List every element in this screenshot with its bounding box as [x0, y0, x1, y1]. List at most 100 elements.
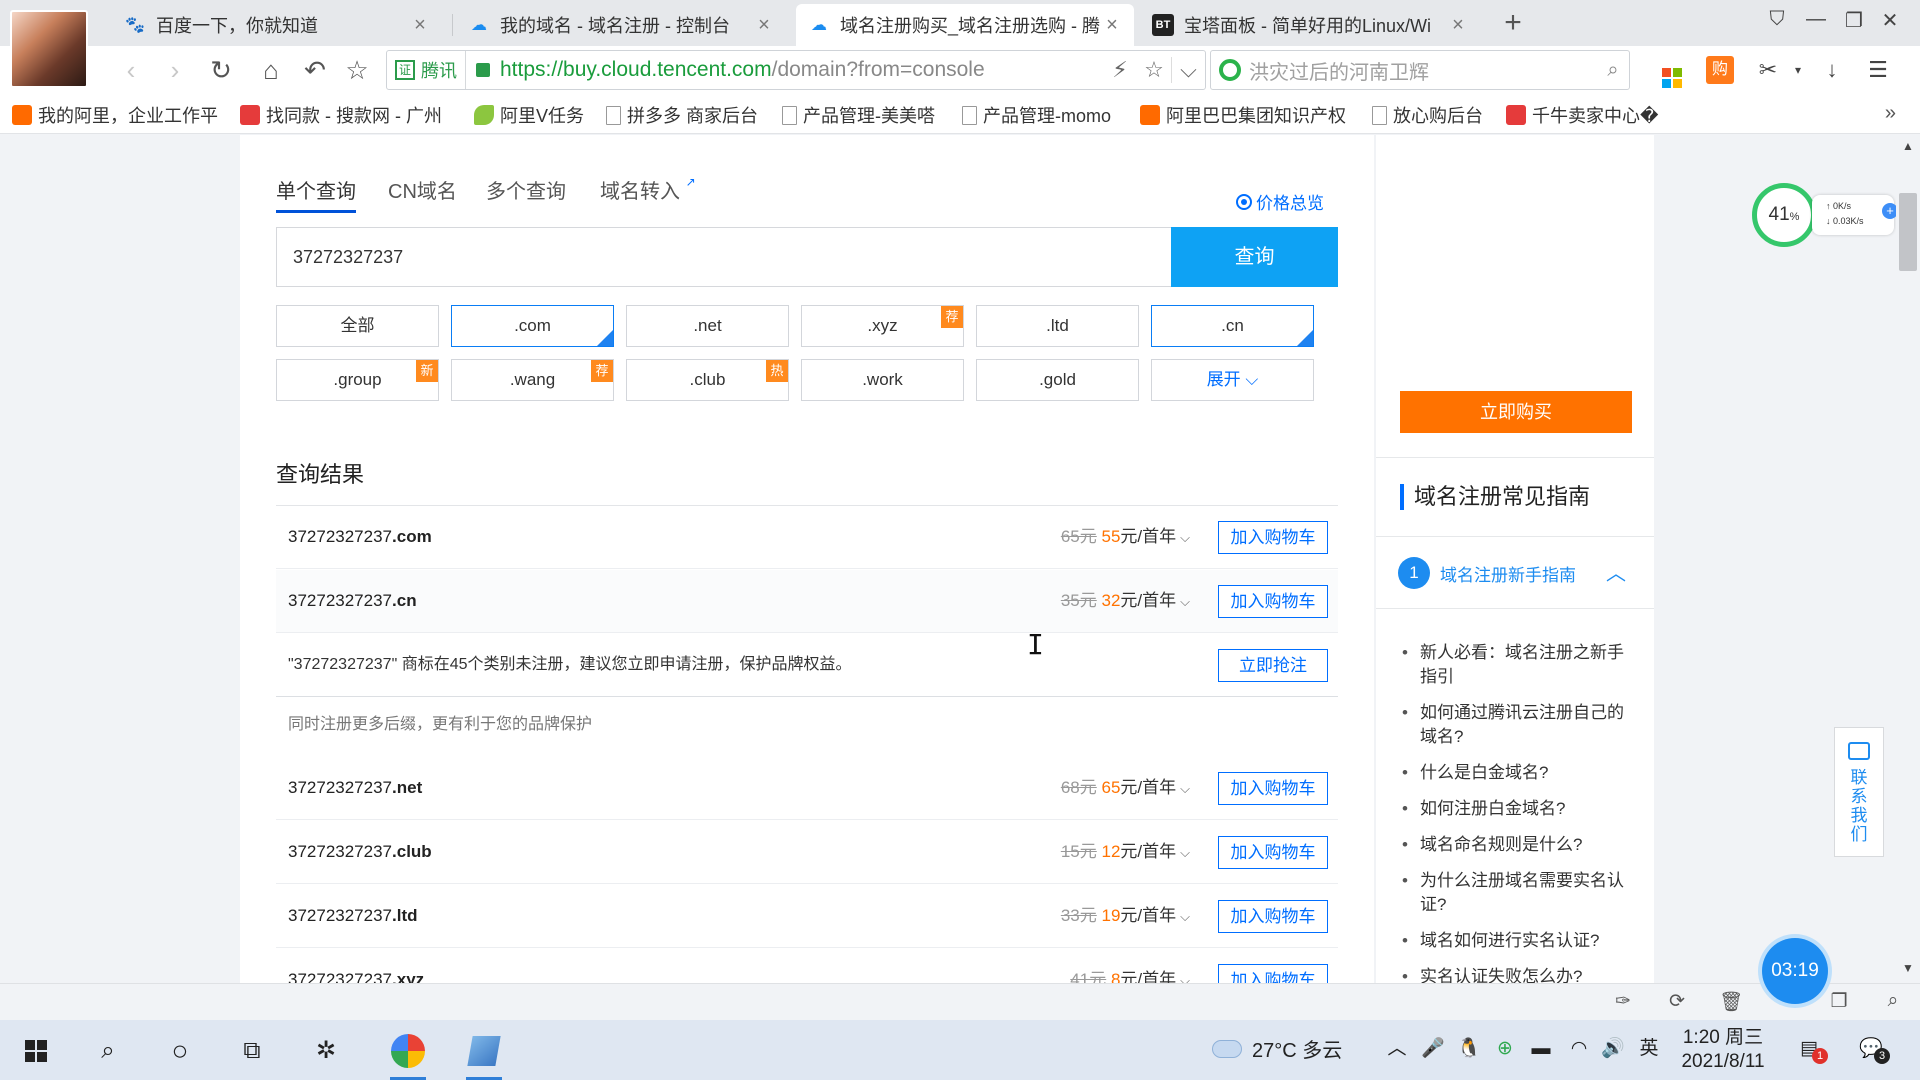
reload-button[interactable]: ↻ — [204, 54, 238, 86]
tab-baidu[interactable]: 🐾 百度一下，你就知道 × — [112, 4, 442, 46]
tab-close-icon[interactable]: × — [754, 14, 774, 37]
price-selector[interactable]: 41元 8元/首年 ⌵ — [1070, 949, 1190, 983]
price-selector[interactable]: 15元 12元/首年 ⌵ — [1061, 821, 1190, 884]
app-swirl-icon[interactable]: ✲ — [304, 1030, 348, 1072]
restore-button[interactable]: ❐ — [1838, 8, 1870, 33]
apps-grid-icon[interactable] — [1658, 56, 1686, 88]
wifi-icon[interactable]: ◠ — [1566, 1036, 1592, 1062]
chevron-up-icon[interactable]: ︿ — [1384, 1036, 1410, 1062]
security-icon[interactable]: ⊕ — [1492, 1036, 1518, 1062]
suffix-com[interactable]: .com — [451, 305, 614, 347]
tab-close-icon[interactable]: × — [1448, 14, 1468, 37]
suffix-work[interactable]: .work — [801, 359, 964, 401]
register-trademark-button[interactable]: 立即抢注 — [1218, 649, 1328, 682]
menu-icon[interactable]: ☰ — [1864, 56, 1892, 84]
url-text[interactable]: https://buy.cloud.tencent.com/domain?fro… — [500, 58, 1103, 82]
faq-link[interactable]: 新人必看：域名注册之新手指引 — [1400, 641, 1630, 689]
bookmark-item[interactable]: 阿里V任务 — [474, 102, 584, 128]
shopping-extension-icon[interactable]: 购 — [1706, 56, 1734, 84]
suffix-wang[interactable]: .wang 荐 — [451, 359, 614, 401]
pin-icon[interactable]: ✑ — [1610, 990, 1636, 1014]
site-identity-badge[interactable]: 证 腾讯 — [387, 51, 466, 89]
query-button[interactable]: 查询 — [1171, 227, 1338, 287]
add-to-cart-button[interactable]: 加入购物车 — [1218, 521, 1328, 554]
bookmarks-more-button[interactable]: » — [1885, 102, 1896, 125]
bookmark-item[interactable]: 产品管理-momo — [962, 102, 1111, 128]
tab-bt-panel[interactable]: BT 宝塔面板 - 简单好用的Linux/Wi × — [1140, 4, 1480, 46]
search-input[interactable]: 洪灾过后的河南卫辉 — [1249, 56, 1597, 85]
suffix-gold[interactable]: .gold — [976, 359, 1139, 401]
minimize-button[interactable]: — — [1800, 8, 1832, 31]
lightning-icon[interactable]: ⚡ — [1103, 57, 1137, 83]
zoom-icon[interactable]: ⌕ — [1880, 990, 1906, 1014]
network-speed-widget[interactable]: 41% ↑ 0K/s ↓ 0.03K/s + — [1752, 183, 1900, 253]
weather-widget[interactable]: 27°C 多云 — [1212, 1034, 1342, 1063]
faq-link[interactable]: 实名认证失败怎么办? — [1400, 965, 1630, 983]
system-clock[interactable]: 1:20 周三 2021/8/11 — [1668, 1026, 1778, 1074]
forward-button[interactable]: › — [158, 54, 192, 86]
suffix-group[interactable]: .group 新 — [276, 359, 439, 401]
battery-icon[interactable]: ▬ — [1528, 1036, 1554, 1062]
cortana-icon[interactable]: ○ — [158, 1030, 202, 1072]
price-selector[interactable]: 35元 32元/首年 ⌵ — [1061, 570, 1190, 633]
add-to-cart-button[interactable]: 加入购物车 — [1218, 585, 1328, 618]
qq-icon[interactable]: 🐧 — [1456, 1036, 1482, 1062]
bookmark-item[interactable]: 产品管理-美美嗒 — [782, 102, 935, 128]
start-button[interactable] — [14, 1030, 58, 1072]
faq-link[interactable]: 域名命名规则是什么? — [1400, 833, 1630, 857]
tab-domain-register[interactable]: ☁ 域名注册购买_域名注册选购 - 腾 × — [796, 4, 1134, 46]
notebook-app-icon[interactable] — [462, 1030, 506, 1080]
recording-timer[interactable]: 03:19 — [1762, 938, 1828, 1004]
scissors-icon[interactable]: ✂ — [1754, 56, 1782, 84]
new-tab-button[interactable]: + — [1496, 6, 1530, 40]
bookmark-item[interactable]: 阿里巴巴集团知识产权 — [1140, 102, 1346, 128]
faq-link[interactable]: 为什么注册域名需要实名认证? — [1400, 869, 1630, 917]
add-to-cart-button[interactable]: 加入购物车 — [1218, 836, 1328, 869]
tab-close-icon[interactable]: × — [410, 14, 430, 37]
action-center-icon[interactable]: 💬 3 — [1858, 1036, 1890, 1064]
bookmark-star-icon[interactable]: ☆ — [1137, 57, 1171, 83]
price-selector[interactable]: 68元 65元/首年 ⌵ — [1061, 757, 1190, 820]
suffix-all[interactable]: 全部 — [276, 305, 439, 347]
back-button[interactable]: ‹ — [114, 54, 148, 86]
suffix-club[interactable]: .club 热 — [626, 359, 789, 401]
add-to-cart-button[interactable]: 加入购物车 — [1218, 964, 1328, 983]
suffix-cn[interactable]: .cn — [1151, 305, 1314, 347]
download-icon[interactable]: ↓ — [1818, 56, 1846, 84]
bookmark-item[interactable]: 我的阿里，企业工作平 — [12, 102, 218, 128]
faq-link[interactable]: 域名如何进行实名认证? — [1400, 929, 1630, 953]
scrollbar[interactable]: ▲ ▼ — [1896, 135, 1920, 983]
faq-link[interactable]: 如何通过腾讯云注册自己的域名? — [1400, 701, 1630, 749]
favorite-star-icon[interactable]: ☆ — [340, 54, 374, 86]
price-selector[interactable]: 65元 55元/首年 ⌵ — [1061, 506, 1190, 569]
scroll-down-icon[interactable]: ▼ — [1900, 961, 1916, 975]
input-method-indicator[interactable]: 英 — [1636, 1036, 1662, 1062]
task-view-icon[interactable]: ⧉ — [230, 1030, 274, 1072]
bookmark-item[interactable]: 放心购后台 — [1372, 102, 1483, 128]
bookmark-item[interactable]: 找同款 - 搜款网 - 广州 — [240, 102, 442, 128]
tab-close-icon[interactable]: × — [1102, 14, 1122, 37]
expand-suffixes-button[interactable]: 展开 ⌵ — [1151, 359, 1314, 401]
suffix-xyz[interactable]: .xyz 荐 — [801, 305, 964, 347]
contact-us-button[interactable]: 联 系 我 们 — [1834, 727, 1884, 857]
tab-domain-transfer[interactable]: 域名转入 ↗ — [600, 175, 696, 204]
shirt-skin-icon[interactable]: ⛉ — [1761, 8, 1793, 31]
trash-icon[interactable]: 🗑 — [1718, 990, 1744, 1014]
price-overview-link[interactable]: 价格总览 — [1236, 189, 1324, 214]
address-bar[interactable]: 证 腾讯 https://buy.cloud.tencent.com/domai… — [386, 50, 1206, 90]
suffix-ltd[interactable]: .ltd — [976, 305, 1139, 347]
chevron-down-icon[interactable]: ▾ — [1784, 56, 1812, 84]
guide-section-toggle[interactable]: 1 域名注册新手指南 ︿ — [1376, 537, 1654, 609]
domain-search-input[interactable]: 37272327237 — [276, 227, 1172, 287]
scroll-up-icon[interactable]: ▲ — [1900, 139, 1916, 153]
search-icon[interactable]: ⌕ — [86, 1030, 130, 1072]
add-to-cart-button[interactable]: 加入购物车 — [1218, 772, 1328, 805]
search-box[interactable]: 洪灾过后的河南卫辉 ⌕ — [1210, 50, 1630, 90]
tab-single-query[interactable]: 单个查询 — [276, 175, 356, 213]
add-to-cart-button[interactable]: 加入购物车 — [1218, 900, 1328, 933]
window-icon[interactable]: ❐ — [1826, 990, 1852, 1014]
search-icon[interactable]: ⌕ — [1597, 59, 1629, 82]
speedup-icon[interactable]: ⟳ — [1664, 990, 1690, 1014]
faq-link[interactable]: 什么是白金域名? — [1400, 761, 1630, 785]
tab-my-domains[interactable]: ☁ 我的域名 - 域名注册 - 控制台 × — [456, 4, 786, 46]
